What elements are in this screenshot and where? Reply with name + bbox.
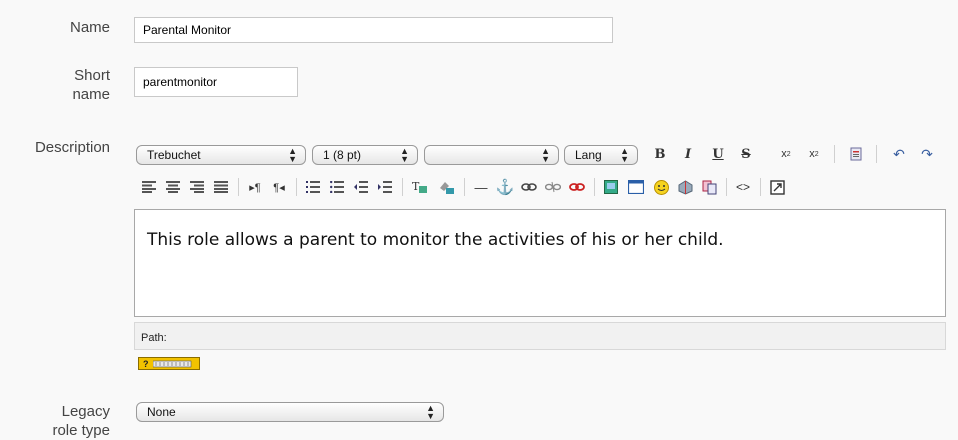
shortname-label-line1: Short (74, 67, 110, 84)
horizontal-rule-icon[interactable]: — (472, 178, 490, 196)
spellcheck-icon[interactable] (676, 178, 694, 196)
unordered-list-icon[interactable] (328, 178, 346, 196)
legacy-label-line2: role type (52, 422, 110, 439)
html-source-icon[interactable]: <> (734, 178, 752, 196)
anchor-icon[interactable]: ⚓ (496, 178, 515, 196)
font-family-select[interactable]: Trebuchet ▲ ▼ (136, 145, 306, 165)
indent-icon[interactable] (376, 178, 394, 196)
undo-icon[interactable]: ↶ (888, 145, 910, 163)
toolbar-divider (834, 145, 835, 163)
justify-icon[interactable] (212, 178, 230, 196)
font-family-value: Trebuchet (147, 148, 201, 162)
unlink-icon[interactable] (544, 178, 562, 196)
toolbar-divider (726, 178, 727, 196)
toolbar-divider (464, 178, 465, 196)
strikethrough-icon[interactable]: S (736, 145, 756, 163)
legacy-label-line1: Legacy (61, 403, 110, 420)
shortname-label-line2: name (72, 86, 110, 103)
format-select[interactable]: ▲ ▼ (424, 145, 559, 165)
select-arrow-icon: ▲ ▼ (288, 146, 297, 164)
redo-icon[interactable]: ↷ (916, 145, 938, 163)
subscript-icon[interactable]: x2 (776, 145, 796, 163)
italic-icon[interactable]: I (678, 145, 698, 163)
editor-path-bar: Path: (134, 322, 946, 350)
toolbar-divider (238, 178, 239, 196)
align-right-icon[interactable] (188, 178, 206, 196)
help-icon[interactable]: ? (138, 357, 200, 370)
font-size-select[interactable]: 1 (8 pt) ▲ ▼ (312, 145, 418, 165)
background-color-icon[interactable] (436, 178, 456, 196)
svg-text:T: T (412, 180, 420, 193)
toolbar-divider (296, 178, 297, 196)
text-color-icon[interactable]: T (410, 178, 430, 196)
description-label: Description (34, 139, 110, 156)
bold-icon[interactable]: B (650, 145, 670, 163)
select-arrow-icon: ▲ ▼ (541, 146, 550, 164)
align-center-icon[interactable] (164, 178, 182, 196)
ltr-icon[interactable]: ▸¶ (246, 178, 264, 196)
select-arrow-icon: ▲ ▼ (426, 403, 435, 421)
lang-value: Lang (575, 148, 602, 162)
legacy-role-select[interactable]: None ▲ ▼ (136, 402, 444, 422)
toolbar-divider (760, 178, 761, 196)
shortname-label: Short name (0, 66, 110, 104)
select-arrow-icon: ▲ ▼ (400, 146, 409, 164)
toolbar-divider (594, 178, 595, 196)
legacy-role-value: None (147, 405, 176, 419)
rtl-icon[interactable]: ¶◂ (270, 178, 288, 196)
shortname-input[interactable]: parentmonitor (134, 67, 298, 97)
editor-content[interactable]: This role allows a parent to monitor the… (147, 230, 724, 250)
outdent-icon[interactable] (352, 178, 370, 196)
superscript-icon[interactable]: x2 (804, 145, 824, 163)
select-arrow-icon: ▲ ▼ (620, 146, 629, 164)
name-input[interactable]: Parental Monitor (134, 17, 613, 43)
search-replace-icon[interactable] (700, 178, 718, 196)
legacy-label: Legacy role type (0, 402, 110, 440)
ordered-list-icon[interactable] (304, 178, 322, 196)
fullscreen-icon[interactable] (768, 178, 786, 196)
smiley-icon[interactable] (652, 178, 670, 196)
lang-select[interactable]: Lang ▲ ▼ (564, 145, 638, 165)
name-label: Name (69, 19, 110, 36)
toolbar-divider (876, 145, 877, 163)
nolink-icon[interactable] (568, 178, 586, 196)
align-left-icon[interactable] (140, 178, 158, 196)
paste-word-icon[interactable] (846, 145, 866, 163)
toolbar-divider (402, 178, 403, 196)
image-icon[interactable] (602, 178, 620, 196)
underline-icon[interactable]: U (708, 145, 728, 163)
path-label: Path: (141, 332, 167, 344)
font-size-value: 1 (8 pt) (323, 148, 362, 162)
table-icon[interactable] (626, 178, 646, 196)
description-editor[interactable]: This role allows a parent to monitor the… (134, 209, 946, 317)
link-icon[interactable] (520, 178, 538, 196)
